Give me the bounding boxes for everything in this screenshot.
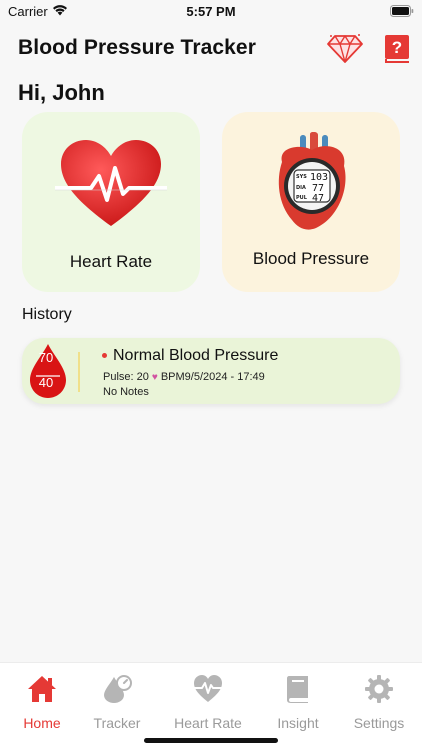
status-dot [102,353,107,358]
entry-notes: No Notes [103,386,149,398]
tab-home-label: Home [23,715,61,731]
dia-label: DIA [296,185,306,191]
greeting: Hi, John [18,80,105,105]
tab-bar: Home Tracker Heart Rate Insight Settings [0,662,422,750]
status-bar: Carrier 5:57 PM [0,0,422,24]
clock: 5:57 PM [186,4,236,19]
pulse-heart-icon: ♥ [151,371,158,383]
entry-divider [78,352,80,392]
pul-label: PUL [296,195,308,201]
tab-tracker[interactable]: Tracker [75,663,159,750]
help-book-icon[interactable]: ? [384,34,410,64]
app-title: Blood Pressure Tracker [18,36,256,59]
heart-rate-icon [192,675,224,702]
sys-label: SYS [296,174,307,180]
tab-heart-rate-label: Heart Rate [174,715,242,731]
blood-pressure-monitor-illustration: SYS 103 DIA 77 PUL 47 [278,132,346,230]
tab-settings[interactable]: Settings [337,663,421,750]
tab-settings-label: Settings [353,715,405,731]
heart-rate-label: Heart Rate [69,252,153,271]
diastolic-value: 40 [38,375,54,390]
tab-heart-rate[interactable]: Heart Rate [166,663,250,750]
book-icon [287,676,308,703]
tracker-icon [104,675,132,703]
tab-tracker-label: Tracker [93,715,141,731]
tab-home[interactable]: Home [0,663,84,750]
sys-value: 103 [310,172,328,183]
systolic-value: 70 [38,350,54,365]
entry-status: Normal Blood Pressure [113,347,279,364]
history-entry[interactable]: 70 40 Normal Blood Pressure Pulse: 20 ♥ … [22,338,400,404]
blood-pressure-label: Blood Pressure [252,249,370,268]
history-title: History [22,306,72,323]
gear-icon [365,675,393,703]
premium-diamond-icon[interactable] [326,32,364,64]
entry-meta: Pulse: 20 ♥ BPM9/5/2024 - 17:49 [103,371,265,383]
svg-text:?: ? [392,38,402,57]
pul-value: 47 [312,193,324,204]
blood-pressure-card[interactable]: SYS 103 DIA 77 PUL 47 Blood Pressure [222,112,400,292]
tab-insight[interactable]: Insight [256,663,340,750]
home-icon [28,676,56,702]
tab-insight-label: Insight [277,715,319,731]
heart-rate-card[interactable]: Heart Rate [22,112,200,292]
pulse-text: Pulse: 20 [103,371,149,383]
battery-icon [390,5,414,17]
heart-rate-illustration [55,140,167,226]
pulse-unit-datetime: BPM9/5/2024 - 17:49 [160,371,265,383]
home-indicator [144,738,278,743]
